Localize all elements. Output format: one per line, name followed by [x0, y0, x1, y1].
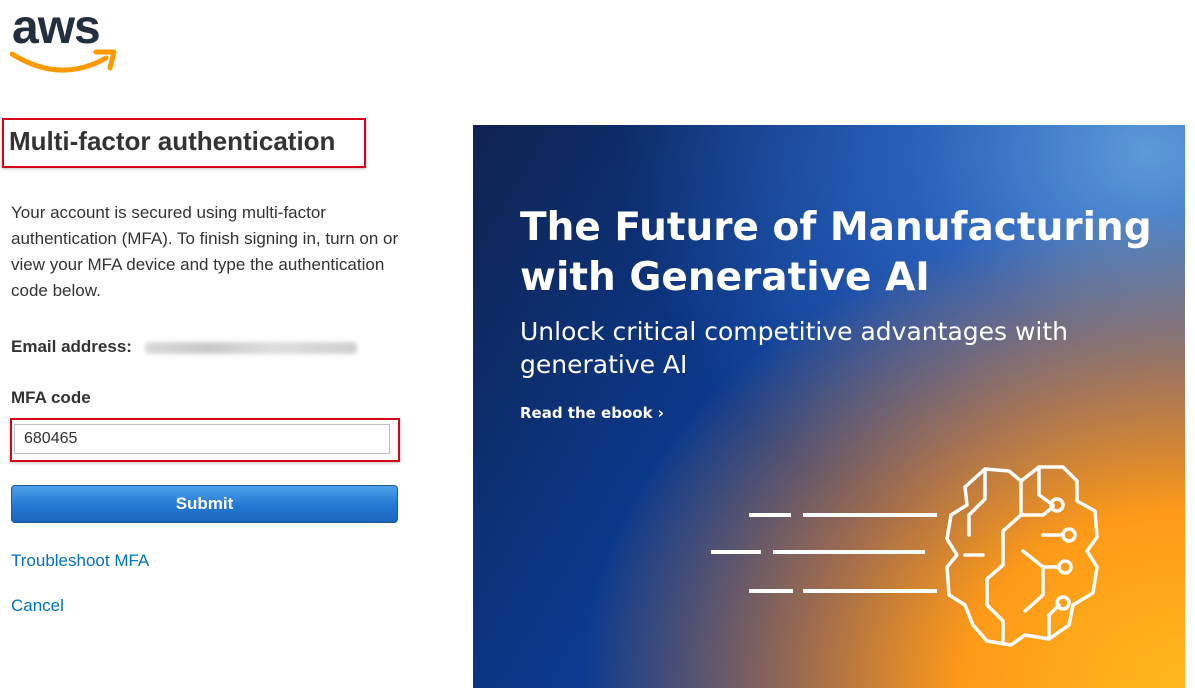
email-label: Email address:	[11, 337, 132, 356]
troubleshoot-mfa-link[interactable]: Troubleshoot MFA	[11, 551, 149, 571]
email-row: Email address:	[11, 337, 357, 357]
read-ebook-link[interactable]: Read the ebook ›	[520, 404, 664, 422]
mfa-signin-page: aws Multi-factor authentication Your acc…	[0, 0, 1195, 700]
aws-smile-icon	[10, 49, 117, 73]
page-title: Multi-factor authentication	[9, 126, 336, 156]
mfa-description: Your account is secured using multi-fact…	[11, 203, 399, 300]
cancel-link[interactable]: Cancel	[11, 596, 64, 616]
banner-title: The Future of Manufacturing with Generat…	[520, 205, 1152, 300]
banner-subtitle: Unlock critical competitive advantages w…	[520, 317, 1069, 379]
aws-logo: aws	[10, 1, 122, 78]
mfa-code-label: MFA code	[11, 388, 91, 407]
promo-banner[interactable]: The Future of Manufacturing with Generat…	[473, 125, 1185, 688]
submit-button[interactable]: Submit	[11, 485, 398, 523]
email-value-redacted	[144, 341, 357, 354]
mfa-code-input[interactable]	[14, 424, 390, 454]
brain-circuit-icon	[711, 465, 1099, 647]
